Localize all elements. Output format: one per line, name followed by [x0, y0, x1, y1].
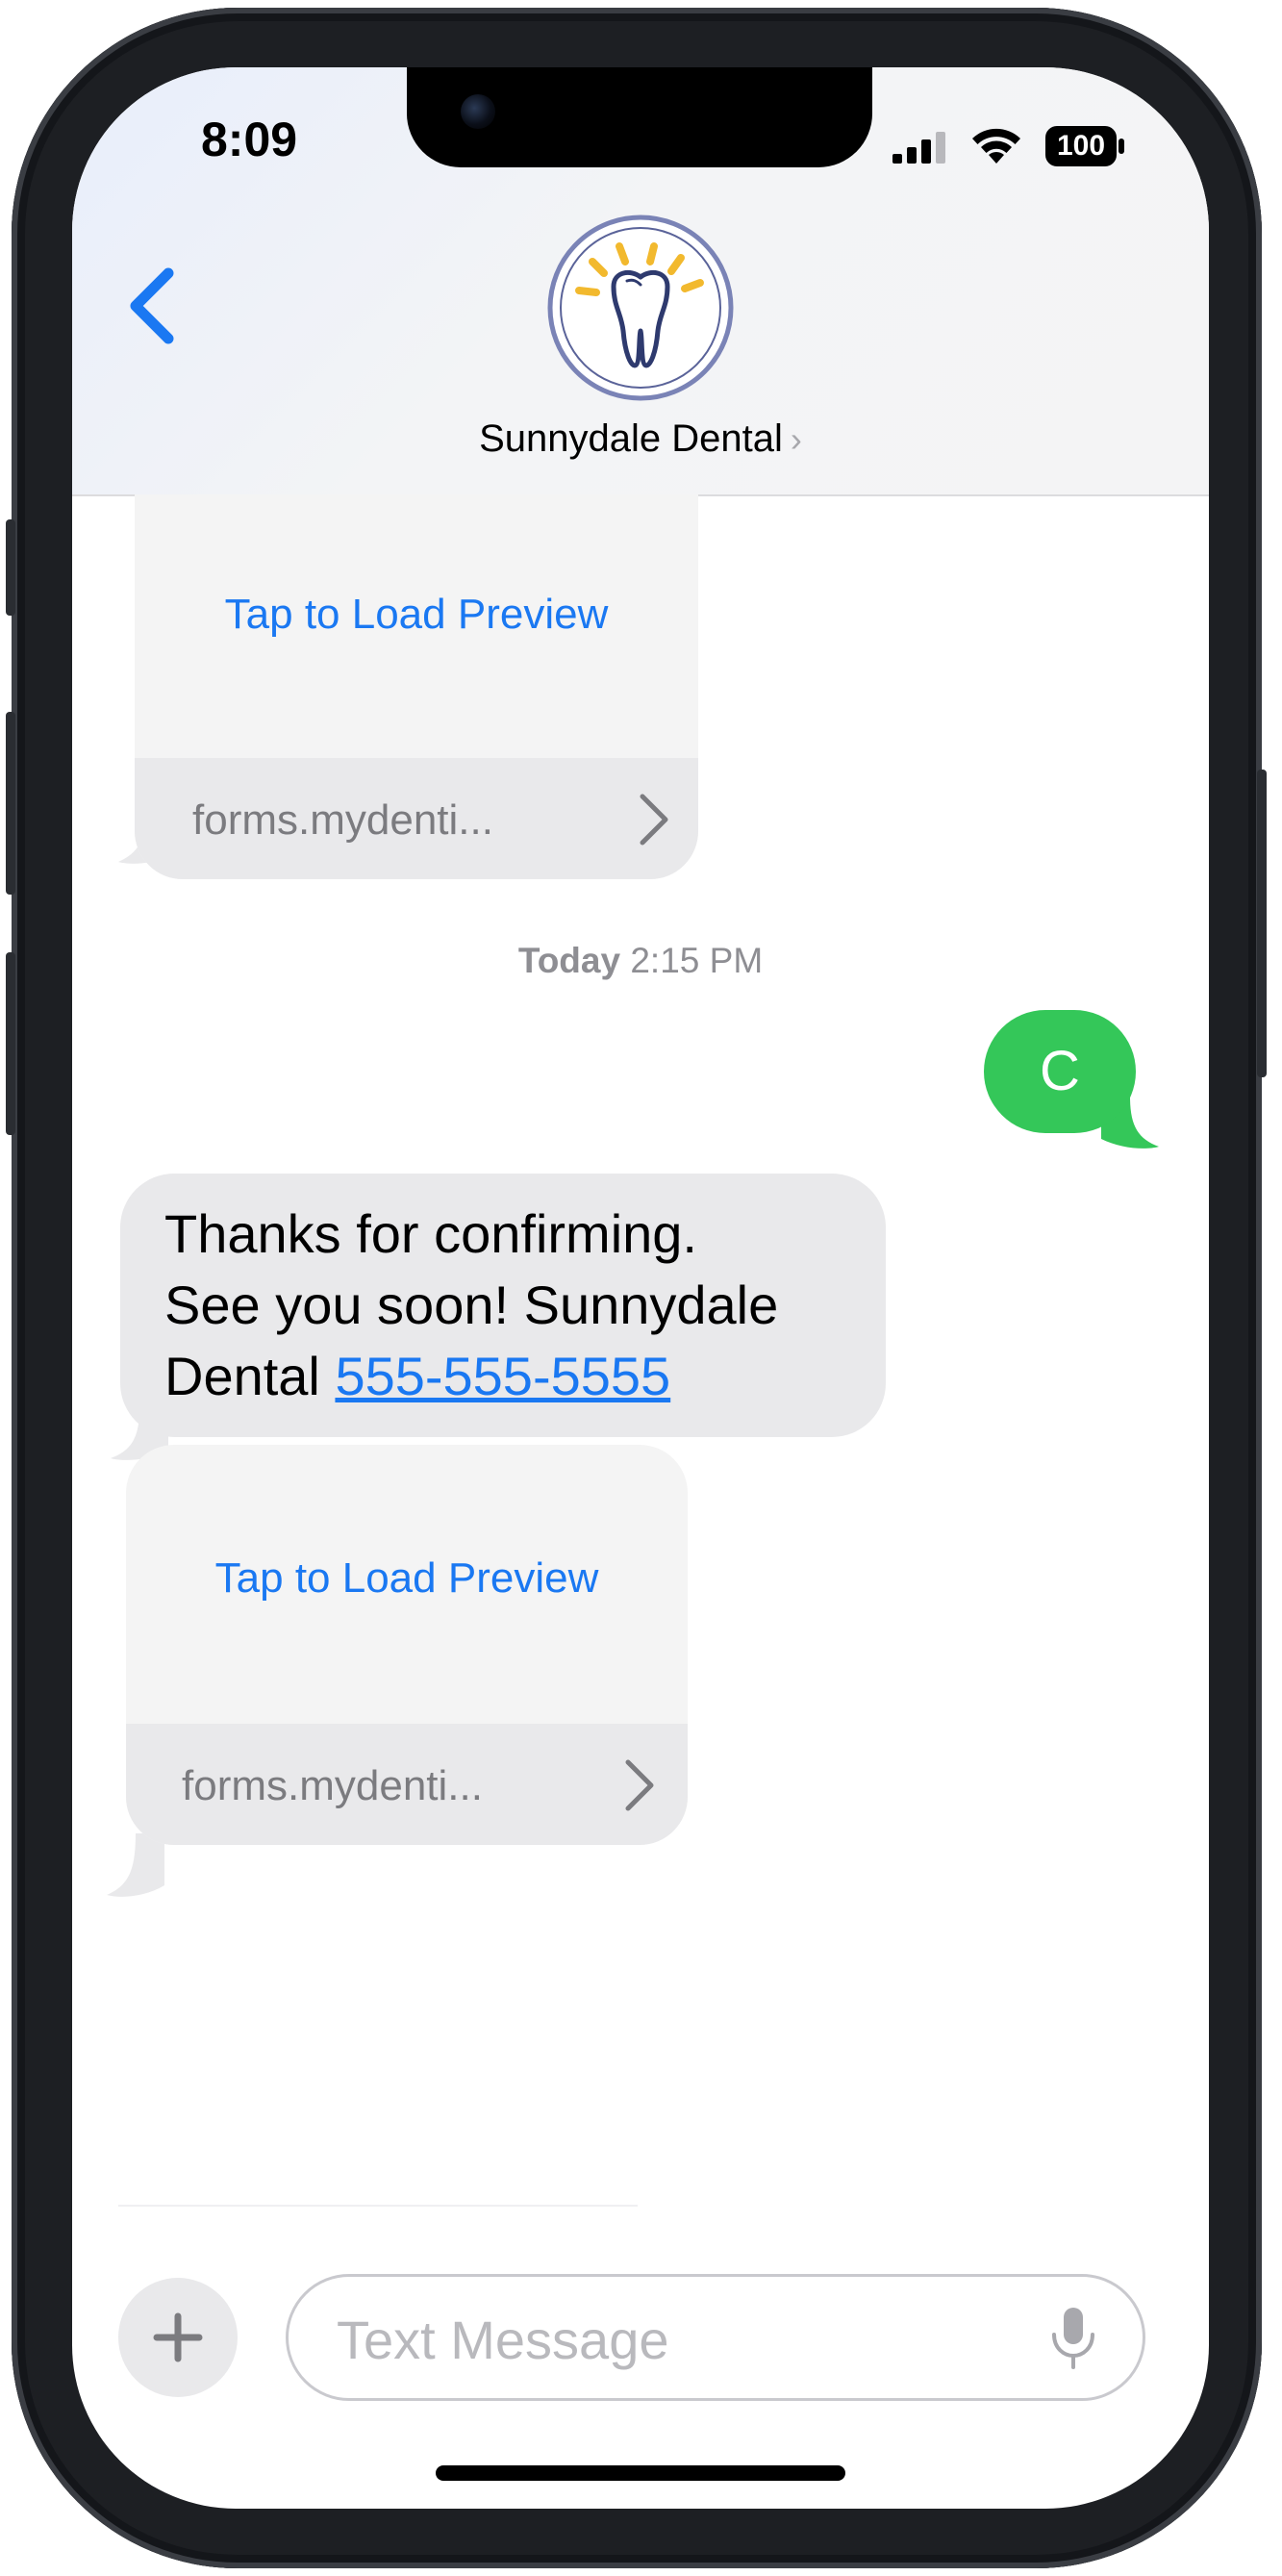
contact-name-label: Sunnydale Dental	[479, 417, 783, 460]
link-preview-card-1[interactable]: Tap to Load Preview forms.mydenti...	[135, 494, 698, 879]
chevron-right-icon: ›	[790, 419, 802, 459]
side-button-power	[1257, 770, 1267, 1077]
wifi-icon	[969, 125, 1023, 164]
back-button[interactable]	[120, 256, 188, 352]
message-line-3-prefix: Dental	[164, 1346, 336, 1406]
message-line-1: Thanks for confirming.	[164, 1203, 697, 1264]
link-domain: forms.mydenti...	[182, 1762, 483, 1809]
outgoing-message-text: C	[1040, 1040, 1080, 1102]
message-line-2: See you soon! Sunnydale	[164, 1275, 779, 1335]
contact-name[interactable]: Sunnydale Dental ›	[72, 417, 1209, 461]
message-line-3: Dental 555-555-5555	[164, 1341, 876, 1412]
status-time: 8:09	[201, 113, 298, 166]
dictation-button[interactable]	[1044, 2304, 1102, 2373]
tooth-icon	[547, 215, 734, 401]
timestamp-time: 2:15 PM	[630, 941, 764, 980]
battery-level: 100	[1056, 130, 1106, 162]
chevron-right-icon	[625, 1759, 654, 1811]
add-attachment-button[interactable]	[118, 2278, 238, 2397]
phone-number-link[interactable]: 555-555-5555	[335, 1346, 670, 1406]
chevron-right-icon	[640, 794, 668, 846]
side-button-volume-up	[6, 712, 15, 895]
link-preview-card-2[interactable]: Tap to Load Preview forms.mydenti...	[126, 1445, 688, 1845]
chevron-left-icon	[130, 267, 174, 344]
plus-icon	[153, 2312, 203, 2362]
outgoing-message-bubble[interactable]: C	[984, 1010, 1136, 1133]
text-message-input[interactable]	[335, 2304, 1012, 2375]
battery-icon: 100	[1045, 125, 1126, 167]
compose-separator	[118, 2205, 638, 2207]
side-button-action	[6, 519, 15, 616]
link-card-footer[interactable]: forms.mydenti...	[135, 758, 698, 879]
tap-to-load-preview[interactable]: Tap to Load Preview	[126, 1554, 688, 1603]
front-camera	[461, 94, 495, 129]
side-button-volume-down	[6, 952, 15, 1135]
message-input-field[interactable]	[286, 2274, 1145, 2401]
microphone-icon	[1052, 2308, 1094, 2369]
incoming-message-text: Thanks for confirming. See you soon! Sun…	[164, 1199, 876, 1412]
timestamp-day: Today	[517, 941, 621, 980]
contact-avatar[interactable]	[546, 214, 735, 402]
link-card-footer[interactable]: forms.mydenti...	[126, 1724, 688, 1845]
incoming-message-bubble[interactable]: Thanks for confirming. See you soon! Sun…	[120, 1174, 886, 1437]
cellular-signal-icon	[892, 131, 950, 164]
tap-to-load-preview[interactable]: Tap to Load Preview	[135, 591, 698, 639]
home-indicator[interactable]	[436, 2465, 845, 2481]
link-domain: forms.mydenti...	[192, 796, 493, 844]
message-timestamp: Today 2:15 PM	[72, 941, 1209, 981]
screen: 8:09 100 Sunnydale Dental › Tap to Load …	[72, 67, 1209, 2509]
